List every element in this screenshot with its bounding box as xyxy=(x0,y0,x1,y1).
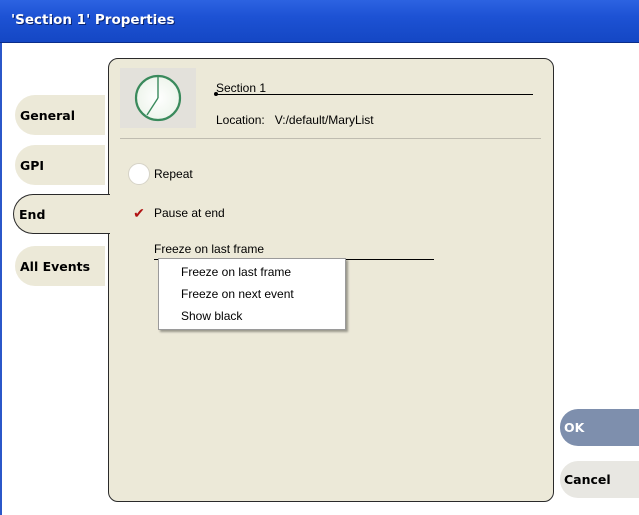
cancel-button-label: Cancel xyxy=(564,472,611,487)
location-row: Location: V:/default/MaryList xyxy=(216,113,374,127)
ok-button[interactable]: OK xyxy=(560,409,639,446)
tab-general-label: General xyxy=(20,107,75,123)
pause-at-end-label: Pause at end xyxy=(154,206,225,220)
section-name-underline xyxy=(215,94,533,95)
tab-all-events[interactable]: All Events xyxy=(15,246,105,286)
tab-all-events-label: All Events xyxy=(20,258,91,274)
section-thumbnail xyxy=(120,68,196,128)
freeze-option-show-black[interactable]: Show black xyxy=(181,309,242,323)
tab-end[interactable]: End xyxy=(13,194,112,234)
freeze-option-next-event[interactable]: Freeze on next event xyxy=(181,287,294,301)
location-value: V:/default/MaryList xyxy=(274,113,374,127)
checkmark-icon: ✔ xyxy=(133,205,145,221)
clock-pie-icon xyxy=(134,74,182,122)
freeze-select-value[interactable]: Freeze on last frame xyxy=(154,242,264,256)
section-name-marker xyxy=(214,92,218,96)
pause-at-end-checkbox[interactable]: ✔ xyxy=(128,202,150,224)
freeze-option-last-frame[interactable]: Freeze on last frame xyxy=(181,265,291,279)
tab-gpi[interactable]: GPI xyxy=(15,145,105,185)
repeat-label: Repeat xyxy=(154,167,193,181)
section-name: Section 1 xyxy=(216,81,267,95)
repeat-checkbox[interactable] xyxy=(128,163,150,185)
title-bar: 'Section 1' Properties xyxy=(0,0,639,43)
ok-button-label: OK xyxy=(564,420,585,435)
cancel-button[interactable]: Cancel xyxy=(560,461,639,498)
tab-general[interactable]: General xyxy=(15,95,105,135)
tab-end-label: End xyxy=(19,206,46,222)
tab-gpi-label: GPI xyxy=(20,157,45,173)
location-label: Location: xyxy=(216,113,265,127)
freeze-dropdown-menu: Freeze on last frame Freeze on next even… xyxy=(158,258,346,330)
window-title: 'Section 1' Properties xyxy=(11,12,175,28)
divider xyxy=(120,138,541,139)
window-left-border xyxy=(0,43,2,515)
